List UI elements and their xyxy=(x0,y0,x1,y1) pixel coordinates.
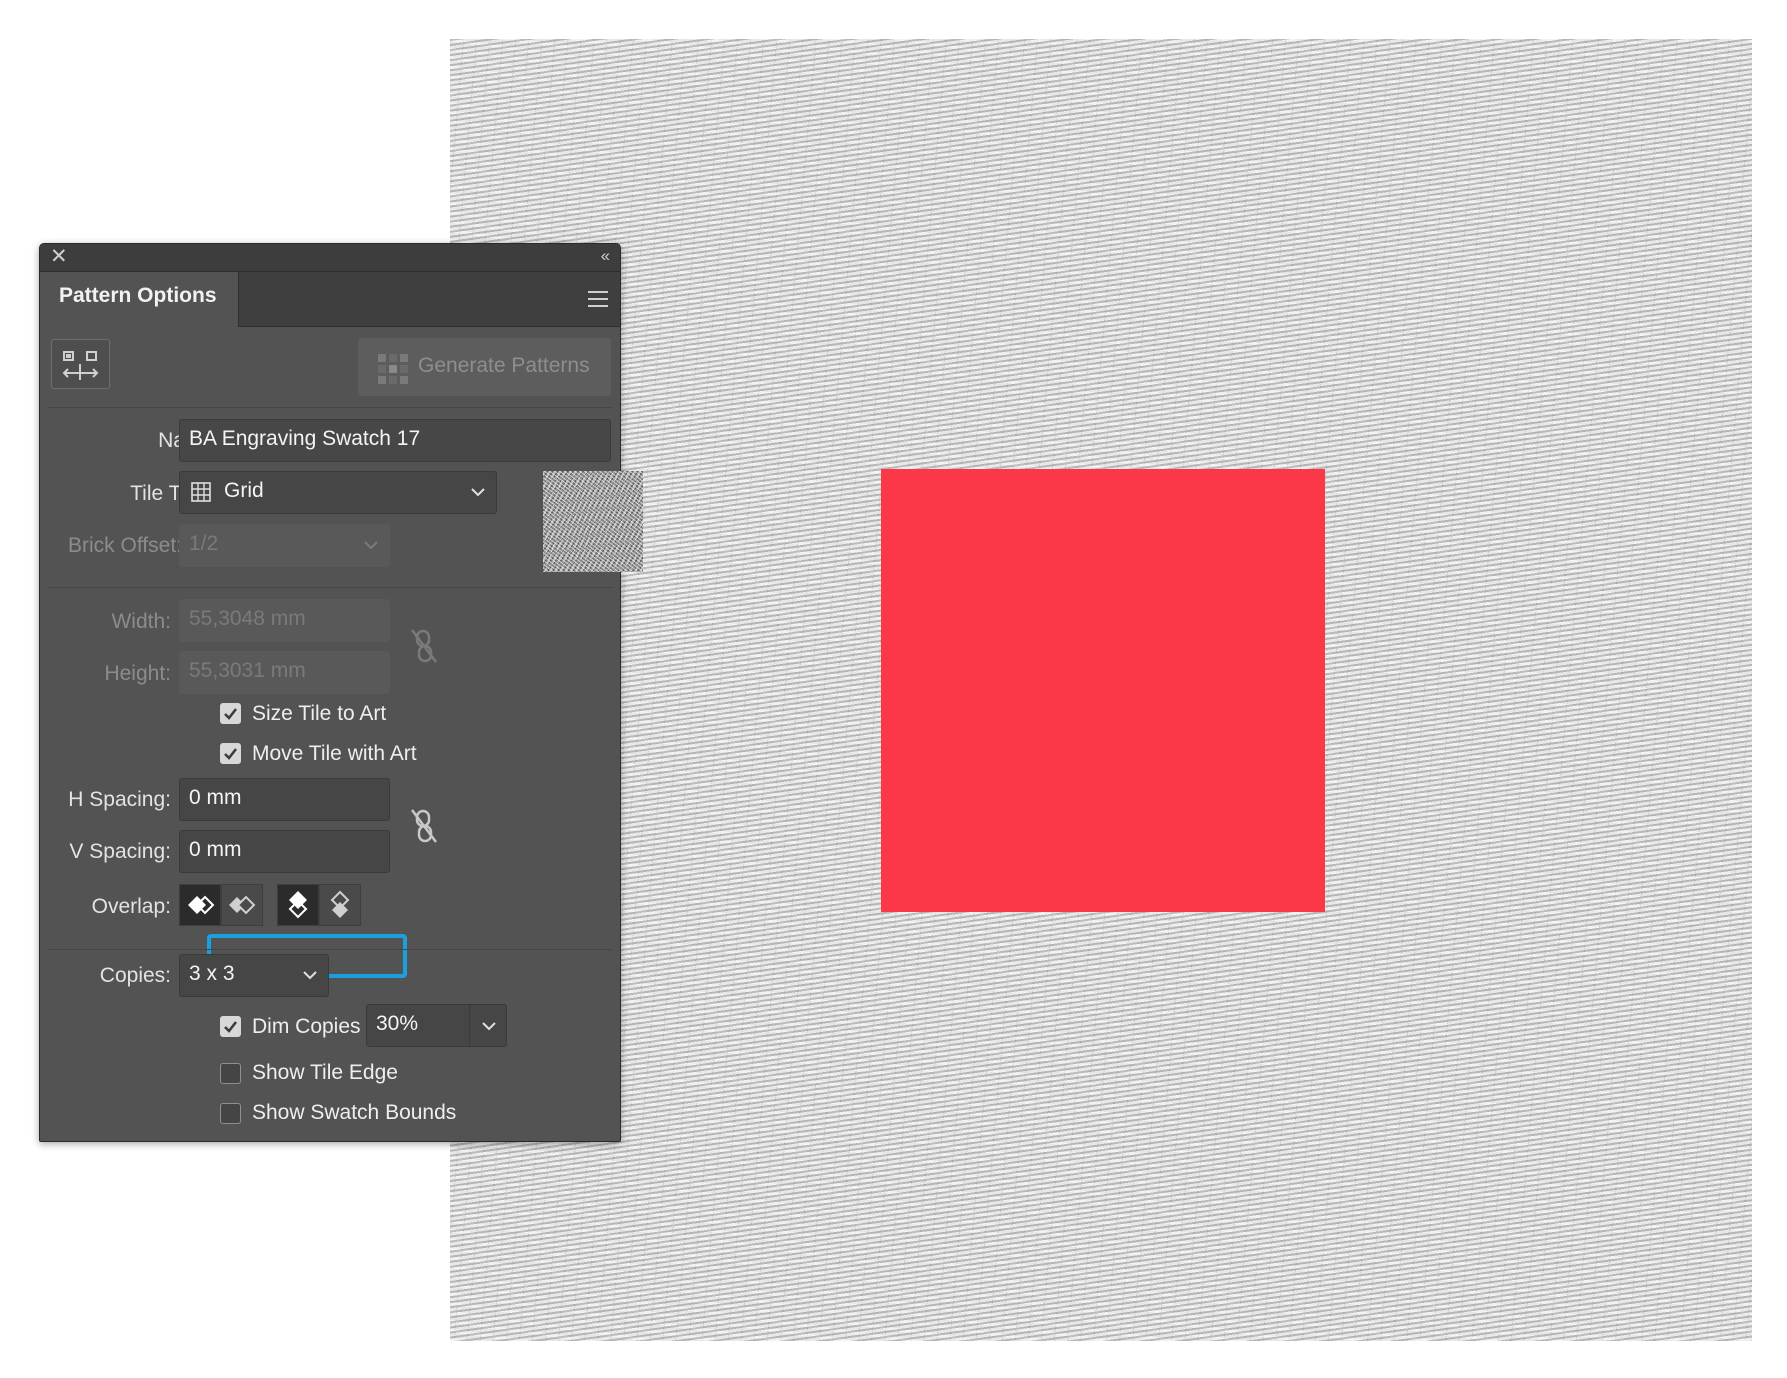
chain-link-icon[interactable] xyxy=(409,627,439,665)
overlap-label: Overlap: xyxy=(91,895,171,918)
checkmark-icon xyxy=(224,1021,237,1033)
dim-copies-dropdown-button[interactable] xyxy=(469,1004,507,1047)
generate-patterns-label: Generate Patterns xyxy=(418,354,590,377)
dim-copies-field[interactable]: 30% xyxy=(366,1004,470,1047)
chevron-down-icon xyxy=(482,1022,496,1031)
divider xyxy=(47,587,613,588)
chevron-down-icon xyxy=(364,541,378,550)
overlap-left-in-front-button[interactable] xyxy=(179,884,221,926)
pattern-tile-art[interactable] xyxy=(881,469,1325,912)
generate-patterns-button[interactable]: Generate Patterns xyxy=(358,338,611,396)
overlap-right-icon xyxy=(229,895,256,915)
name-field[interactable]: BA Engraving Swatch 17 xyxy=(179,419,611,462)
overlap-top-icon xyxy=(288,891,308,919)
overlap-right-in-front-button[interactable] xyxy=(221,884,263,926)
width-field[interactable]: 55,3048 mm xyxy=(179,599,390,642)
v-spacing-label: V Spacing: xyxy=(69,840,171,863)
panel-menu-icon[interactable] xyxy=(588,291,608,312)
divider xyxy=(47,407,613,408)
tile-type-value: Grid xyxy=(224,479,264,502)
size-tile-label[interactable]: Size Tile to Art xyxy=(252,702,386,726)
chevron-down-icon xyxy=(471,488,485,497)
height-field[interactable]: 55,3031 mm xyxy=(179,651,390,694)
divider xyxy=(47,949,613,950)
chain-link-icon[interactable] xyxy=(409,807,439,845)
copies-dropdown[interactable]: 3 x 3 xyxy=(179,954,329,997)
brick-offset-dropdown[interactable]: 1/2 xyxy=(179,524,390,567)
chevron-down-icon xyxy=(303,971,317,980)
panel-titlebar[interactable]: ✕ ‹‹ xyxy=(40,244,620,272)
pattern-tile-tool-button[interactable] xyxy=(51,339,110,389)
h-spacing-field[interactable]: 0 mm xyxy=(179,778,390,821)
pattern-options-panel: ✕ ‹‹ Pattern Options Generate Patterns N… xyxy=(39,243,643,1142)
tab-pattern-options[interactable]: Pattern Options xyxy=(40,272,239,327)
overlap-bottom-icon xyxy=(330,890,350,918)
move-tile-label[interactable]: Move Tile with Art xyxy=(252,742,417,766)
height-label: Height: xyxy=(104,662,171,685)
brick-offset-value: 1/2 xyxy=(189,532,219,555)
overlap-top-in-front-button[interactable] xyxy=(277,884,319,926)
size-tile-checkbox[interactable] xyxy=(220,703,241,724)
grid-icon xyxy=(191,482,211,502)
tile-type-dropdown[interactable]: Grid xyxy=(179,471,497,514)
overlap-bottom-in-front-button[interactable] xyxy=(319,884,361,926)
show-tile-edge-checkbox[interactable] xyxy=(220,1063,241,1084)
checkmark-icon xyxy=(224,708,237,720)
h-spacing-label: H Spacing: xyxy=(68,788,171,811)
brick-offset-label: Brick Offset: xyxy=(68,534,182,557)
width-label: Width: xyxy=(111,610,171,633)
show-swatch-bounds-checkbox[interactable] xyxy=(220,1103,241,1124)
generate-patterns-icon xyxy=(378,354,408,384)
panel-tabbar: Pattern Options xyxy=(40,272,620,327)
close-icon[interactable]: ✕ xyxy=(50,245,68,269)
pattern-swatch-preview xyxy=(543,471,643,572)
pattern-tile-tool-icon xyxy=(62,351,99,380)
overlap-left-icon xyxy=(188,895,215,915)
show-swatch-bounds-label[interactable]: Show Swatch Bounds xyxy=(252,1101,456,1125)
collapse-icon[interactable]: ‹‹ xyxy=(601,244,610,268)
dim-copies-checkbox[interactable] xyxy=(220,1016,241,1037)
copies-value: 3 x 3 xyxy=(189,962,235,985)
show-tile-edge-label[interactable]: Show Tile Edge xyxy=(252,1061,398,1085)
copies-label: Copies: xyxy=(99,964,171,987)
checkmark-icon xyxy=(224,748,237,760)
v-spacing-field[interactable]: 0 mm xyxy=(179,830,390,873)
move-tile-checkbox[interactable] xyxy=(220,743,241,764)
